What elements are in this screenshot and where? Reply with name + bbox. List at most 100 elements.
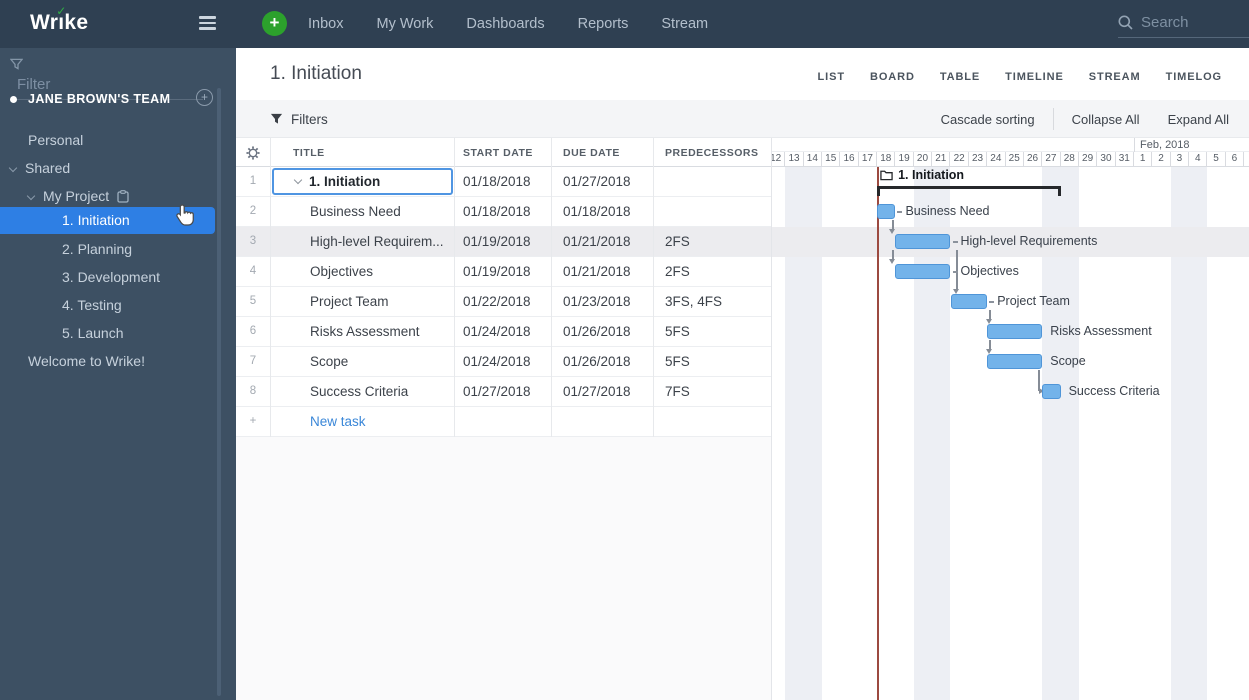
table-row[interactable]: 3 High-level Requirem... 01/19/2018 01/21/2… [236, 227, 771, 257]
table-row[interactable]: 8 Success Criteria 01/27/2018 01/27/2018 7FS [236, 377, 771, 407]
start-date-cell[interactable]: 01/19/2018 [454, 257, 551, 287]
table-row[interactable]: 1 1. Initiation 01/18/2018 01/27/2018 [236, 167, 771, 197]
task-title-cell[interactable]: Scope [270, 347, 454, 377]
search-input[interactable] [1141, 14, 1221, 31]
predecessors-cell[interactable]: 7FS [653, 377, 771, 407]
sidebar-item-3-development[interactable]: 3. Development [0, 263, 220, 291]
predecessors-cell[interactable] [653, 197, 771, 227]
due-date-cell[interactable]: 01/18/2018 [551, 197, 653, 227]
gantt-task-bar[interactable] [877, 204, 896, 219]
start-date-cell[interactable]: 01/18/2018 [454, 167, 551, 197]
day-header-cell: 18 [877, 152, 896, 166]
task-title-cell[interactable]: Project Team [270, 287, 454, 317]
gantt-task-bar[interactable] [1042, 384, 1061, 399]
tab-stream[interactable]: STREAM [1089, 51, 1141, 103]
table-row[interactable]: 5 Project Team 01/22/2018 01/23/2018 3FS, 4F… [236, 287, 771, 317]
sidebar-scrollbar[interactable] [217, 88, 221, 696]
gantt-task-label: Scope [1050, 354, 1086, 368]
table-row[interactable]: 2 Business Need 01/18/2018 01/18/2018 [236, 197, 771, 227]
column-header-due-date[interactable]: DUE DATE [563, 147, 620, 159]
predecessors-cell[interactable]: 5FS [653, 347, 771, 377]
dependency-arrowhead [889, 259, 895, 264]
start-date-cell[interactable]: 01/27/2018 [454, 377, 551, 407]
filters-button[interactable]: Filters [270, 100, 328, 138]
nav-item-inbox[interactable]: Inbox [308, 16, 343, 32]
nav-item-reports[interactable]: Reports [578, 16, 629, 32]
predecessors-cell[interactable] [653, 167, 771, 197]
nav-item-dashboards[interactable]: Dashboards [466, 16, 544, 32]
sidebar-item-personal[interactable]: Personal [0, 126, 220, 154]
top-navigation-bar: Wrı ✓ ke + Inbox My Work Dashboards Reports St… [0, 0, 1249, 48]
predecessors-cell[interactable]: 3FS, 4FS [653, 287, 771, 317]
due-date-cell[interactable]: 01/26/2018 [551, 347, 653, 377]
table-row[interactable]: 7 Scope 01/24/2018 01/26/2018 5FS [236, 347, 771, 377]
predecessors-cell[interactable]: 2FS [653, 227, 771, 257]
start-date-cell[interactable]: 01/19/2018 [454, 227, 551, 257]
sidebar-item-2-planning[interactable]: 2. Planning [0, 235, 220, 263]
gear-icon[interactable] [246, 146, 260, 160]
due-date-cell[interactable]: 01/21/2018 [551, 227, 653, 257]
due-date-cell[interactable]: 01/27/2018 [551, 377, 653, 407]
dependency-arrowhead [889, 229, 895, 234]
start-date-cell[interactable]: 01/22/2018 [454, 287, 551, 317]
start-date-cell[interactable]: 01/18/2018 [454, 197, 551, 227]
collapse-caret-icon[interactable] [293, 175, 303, 185]
logo-check-icon: ✓ [56, 4, 67, 18]
add-button[interactable]: + [262, 11, 287, 36]
task-title-cell[interactable]: Risks Assessment [270, 317, 454, 347]
tab-timeline[interactable]: TIMELINE [1002, 51, 1067, 103]
tab-timelog[interactable]: TIMELOG [1166, 51, 1222, 103]
new-task-link[interactable]: New task [270, 407, 454, 437]
cascade-sorting-button[interactable]: Cascade sorting [927, 112, 1049, 127]
chevron-down-icon[interactable] [8, 164, 18, 173]
add-space-icon[interactable]: + [196, 89, 213, 106]
column-header-predecessors[interactable]: PREDECESSORS [665, 147, 759, 159]
start-date-cell[interactable]: 01/24/2018 [454, 317, 551, 347]
tab-list[interactable]: LIST [818, 51, 845, 103]
menu-icon[interactable] [199, 16, 216, 30]
gantt-task-bar[interactable] [950, 294, 988, 309]
sidebar-item-5-launch[interactable]: 5. Launch [0, 319, 220, 347]
predecessors-cell[interactable]: 2FS [653, 257, 771, 287]
column-header-start-date[interactable]: START DATE [463, 147, 533, 159]
wrike-logo[interactable]: Wrı ✓ ke [30, 4, 88, 35]
nav-item-my-work[interactable]: My Work [376, 16, 433, 32]
sidebar-item-1-initiation[interactable]: 1. Initiation [0, 207, 215, 234]
task-title-cell[interactable]: 1. Initiation [270, 167, 454, 197]
start-date-cell[interactable]: 01/24/2018 [454, 347, 551, 377]
collapse-all-button[interactable]: Collapse All [1058, 112, 1154, 127]
gantt-task-bar[interactable] [895, 264, 951, 279]
sidebar-item-4-testing[interactable]: 4. Testing [0, 291, 220, 319]
due-date-cell[interactable]: 01/27/2018 [551, 167, 653, 197]
due-date-cell[interactable]: 01/23/2018 [551, 287, 653, 317]
sidebar-item-welcome-to-wrike-[interactable]: Welcome to Wrike! [0, 347, 220, 375]
table-row[interactable]: 4 Objectives 01/19/2018 01/21/2018 2FS [236, 257, 771, 287]
sidebar-item-my-project[interactable]: My Project [0, 182, 220, 210]
gantt-task-label: Business Need [905, 204, 990, 218]
sidebar-item-shared[interactable]: Shared [0, 154, 220, 182]
due-date-cell[interactable]: 01/21/2018 [551, 257, 653, 287]
gantt-task-bar[interactable] [987, 354, 1043, 369]
table-row[interactable]: 6 Risks Assessment 01/24/2018 01/26/2018 5FS [236, 317, 771, 347]
task-title-cell[interactable]: Objectives [270, 257, 454, 287]
sidebar-team-row[interactable]: JANE BROWN'S TEAM + [0, 88, 236, 114]
search-box[interactable] [1118, 14, 1249, 38]
task-title-cell[interactable]: Success Criteria [270, 377, 454, 407]
chevron-down-icon[interactable] [26, 192, 36, 201]
tab-table[interactable]: TABLE [940, 51, 980, 103]
expand-all-button[interactable]: Expand All [1154, 112, 1243, 127]
new-task-row[interactable]: + New task [236, 407, 771, 437]
day-header-cell: 24 [987, 152, 1006, 166]
column-header-title[interactable]: TITLE [293, 147, 325, 159]
nav-item-stream[interactable]: Stream [661, 16, 708, 32]
gantt-task-bar[interactable] [895, 234, 951, 249]
gantt-task-bar[interactable] [987, 324, 1043, 339]
task-title-cell[interactable]: High-level Requirem... [270, 227, 454, 257]
new-task-plus-icon[interactable]: + [236, 407, 270, 437]
due-date-cell[interactable]: 01/26/2018 [551, 317, 653, 347]
summary-task-label[interactable]: 1. Initiation [880, 168, 964, 182]
predecessors-cell[interactable]: 5FS [653, 317, 771, 347]
summary-bar[interactable] [877, 186, 1061, 196]
task-title-cell[interactable]: Business Need [270, 197, 454, 227]
tab-board[interactable]: BOARD [870, 51, 915, 103]
